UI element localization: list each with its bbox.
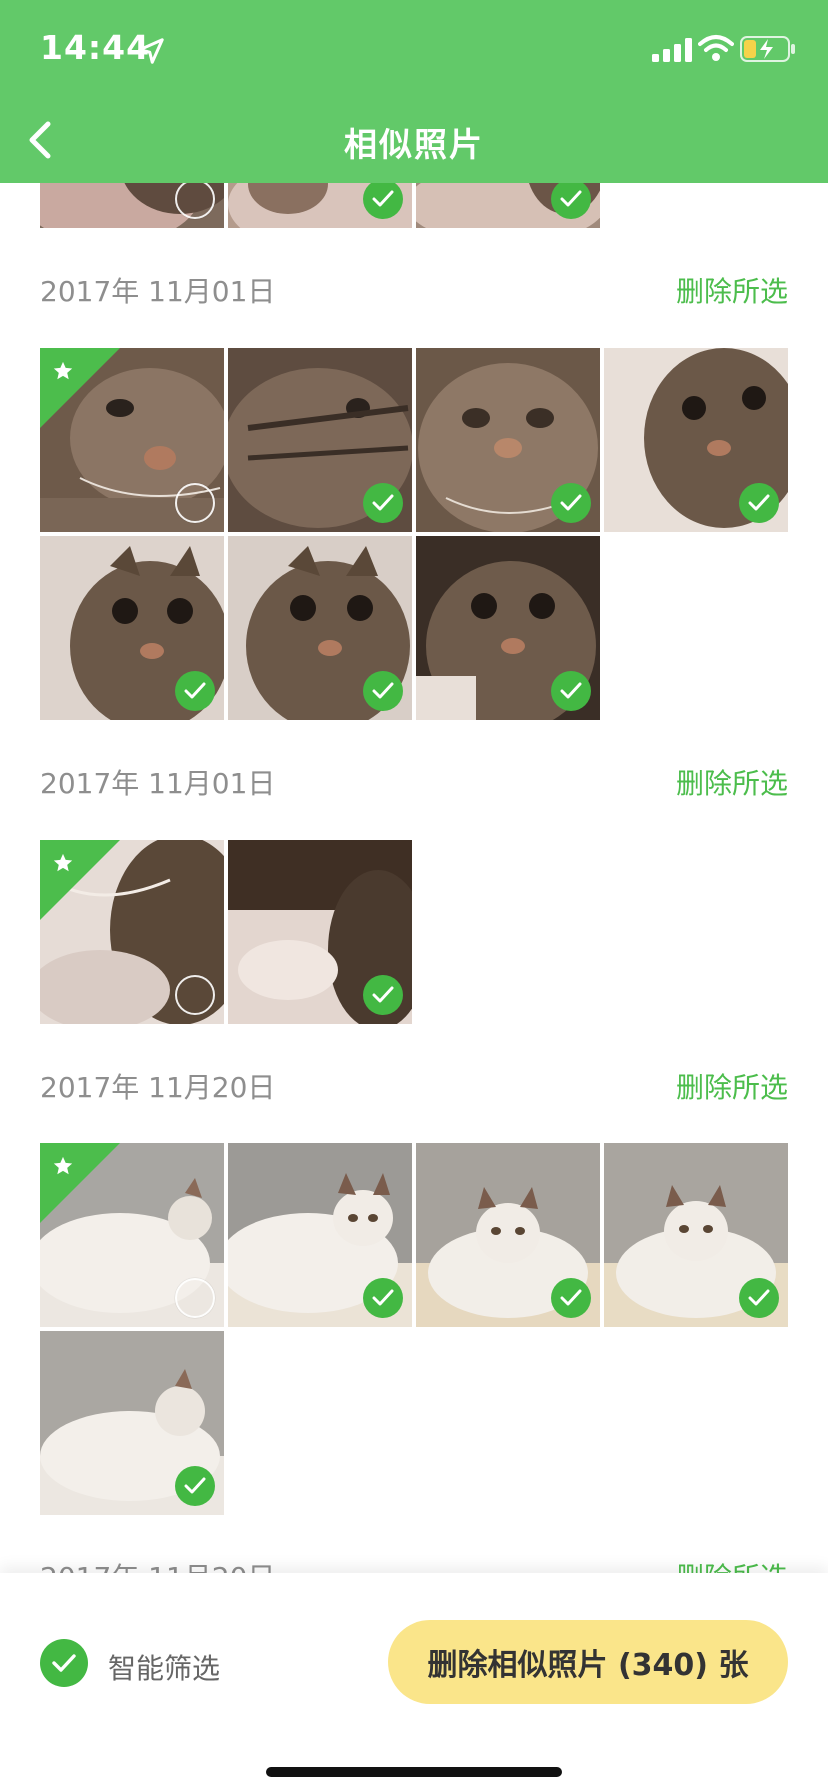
checked-icon[interactable]: [739, 1278, 779, 1318]
checked-icon[interactable]: [363, 975, 403, 1015]
location-icon: [138, 38, 164, 64]
unchecked-circle-icon[interactable]: [175, 483, 215, 523]
unchecked-circle-icon[interactable]: [175, 179, 215, 219]
photo-tile[interactable]: [228, 348, 412, 532]
unchecked-circle-icon[interactable]: [175, 1278, 215, 1318]
wifi-icon: [698, 35, 734, 61]
photo-tile[interactable]: [40, 1143, 224, 1327]
star-icon: [53, 853, 73, 872]
checked-icon[interactable]: [363, 483, 403, 523]
checked-icon[interactable]: [175, 671, 215, 711]
group-header: 2017年 11月01日 删除所选: [40, 270, 788, 314]
checked-icon[interactable]: [363, 179, 403, 219]
photo-tile[interactable]: [604, 1143, 788, 1327]
photo-tile[interactable]: [40, 536, 224, 720]
group-date: 2017年 11月20日: [40, 1071, 276, 1104]
delete-selected-link[interactable]: 删除所选: [676, 270, 788, 310]
star-icon: [53, 361, 73, 380]
checked-icon[interactable]: [551, 671, 591, 711]
photo-tile[interactable]: [416, 1143, 600, 1327]
unchecked-circle-icon[interactable]: [175, 975, 215, 1015]
group-date: 2017年 11月01日: [40, 275, 276, 308]
home-indicator: [266, 1767, 562, 1777]
status-bar: 14:44: [0, 0, 828, 100]
photo-tile[interactable]: [416, 536, 600, 720]
checked-icon[interactable]: [551, 483, 591, 523]
check-icon: [52, 1654, 76, 1672]
photo-tile[interactable]: [416, 348, 600, 532]
group-header: 2017年 11月01日 删除所选: [40, 762, 788, 806]
group-date: 2017年 11月01日: [40, 767, 276, 800]
photo-tile[interactable]: [228, 1143, 412, 1327]
page-title: 相似照片: [344, 125, 484, 164]
delete-selected-link[interactable]: 删除所选: [676, 762, 788, 802]
battery-charging-icon: [740, 36, 795, 62]
photo-tile[interactable]: [228, 840, 412, 1024]
smart-filter-toggle[interactable]: [40, 1639, 88, 1687]
checked-icon[interactable]: [363, 1278, 403, 1318]
photo-tile[interactable]: [228, 536, 412, 720]
photo-tile[interactable]: [604, 348, 788, 532]
checked-icon[interactable]: [175, 1466, 215, 1506]
photo-list[interactable]: 2017年 11月01日 删除所选 2017年 11月01日 删除所选 2017…: [0, 0, 828, 1792]
signal-icon: [652, 38, 692, 62]
checked-icon[interactable]: [739, 483, 779, 523]
smart-filter-label: 智能筛选: [108, 1652, 221, 1685]
photo-tile[interactable]: [40, 1331, 224, 1515]
photo-tile[interactable]: [40, 348, 224, 532]
photo-tile[interactable]: [40, 840, 224, 1024]
checked-icon[interactable]: [551, 1278, 591, 1318]
status-time: 14:44: [40, 28, 151, 67]
delete-similar-photos-button[interactable]: 删除相似照片 (340) 张: [388, 1620, 788, 1704]
checked-icon[interactable]: [551, 179, 591, 219]
delete-selected-link[interactable]: 删除所选: [676, 1066, 788, 1106]
star-icon: [53, 1156, 73, 1175]
bottom-action-bar: 智能筛选 删除相似照片 (340) 张: [0, 1573, 828, 1792]
checked-icon[interactable]: [363, 671, 403, 711]
app-header: 14:44 相似照片: [0, 0, 828, 183]
group-header: 2017年 11月20日 删除所选: [40, 1066, 788, 1110]
